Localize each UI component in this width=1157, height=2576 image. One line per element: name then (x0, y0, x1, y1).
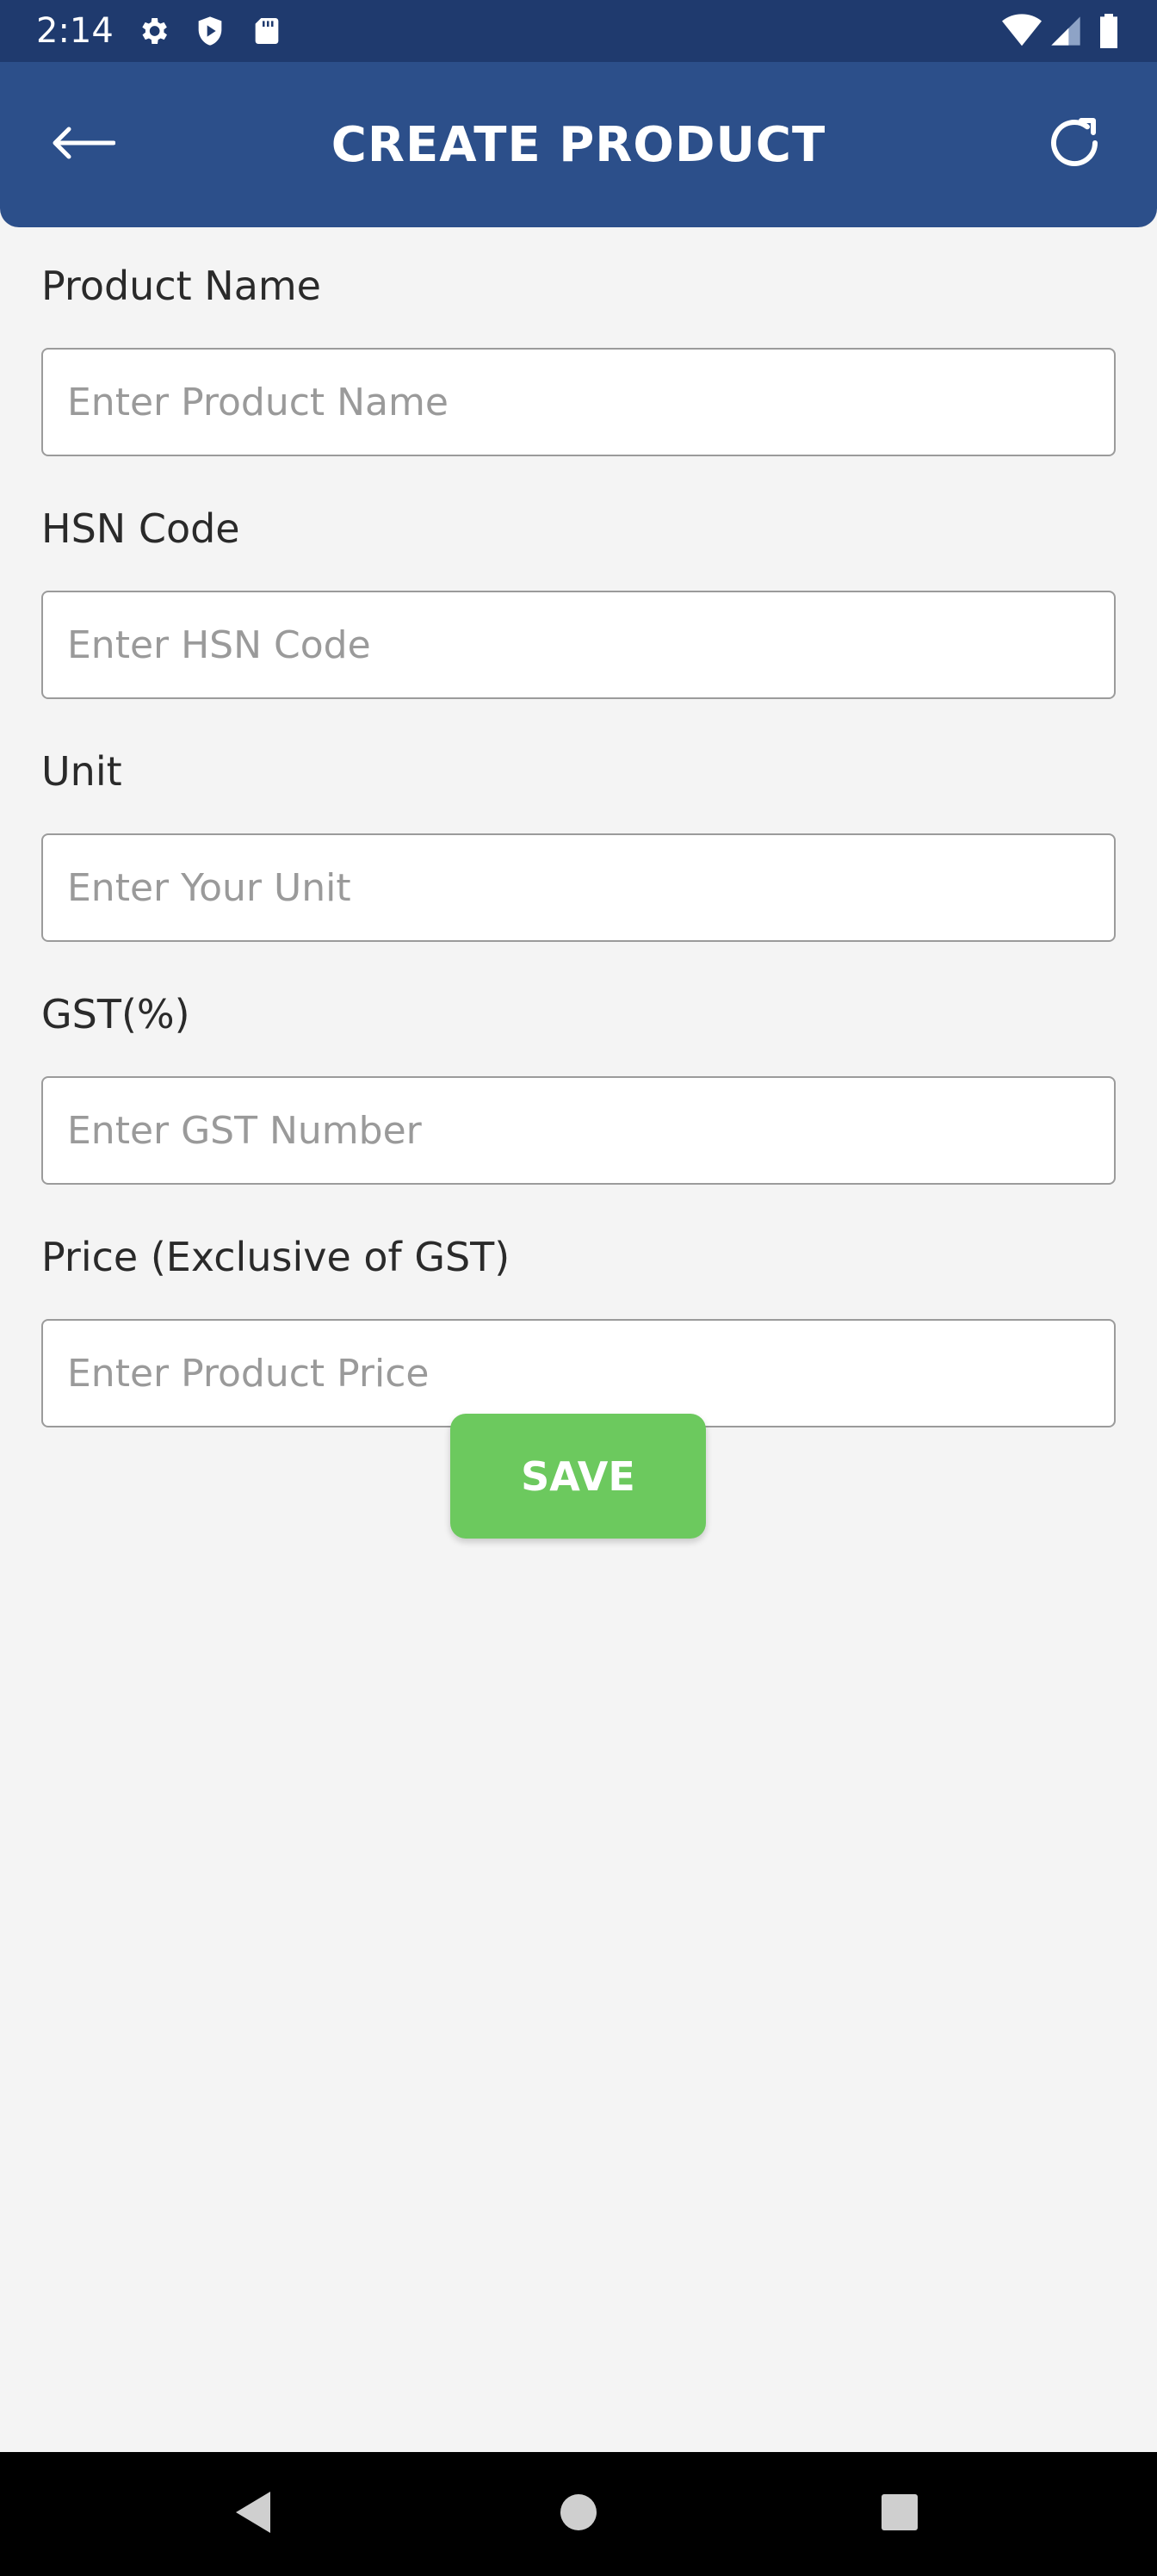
system-nav-bar (0, 2452, 1157, 2576)
nav-home-button[interactable] (544, 2480, 613, 2548)
nav-recents-button[interactable] (865, 2480, 934, 2548)
recents-square-icon (881, 2493, 919, 2535)
create-product-form: Product Name HSN Code Unit GST(%) Price … (41, 258, 1116, 1472)
gst-label: GST(%) (41, 991, 190, 1037)
battery-icon (1097, 14, 1121, 48)
arrow-left-icon (50, 126, 116, 164)
status-time: 2:14 (36, 11, 114, 51)
sd-card-icon (250, 14, 284, 48)
wifi-icon (1002, 14, 1042, 48)
unit-input[interactable] (41, 833, 1116, 942)
price-input[interactable] (41, 1319, 1116, 1427)
gst-input[interactable] (41, 1076, 1116, 1185)
back-triangle-icon (232, 2490, 274, 2538)
unit-label: Unit (41, 748, 122, 795)
refresh-icon (1042, 110, 1107, 179)
shield-icon (193, 14, 227, 48)
signal-icon (1049, 14, 1083, 48)
product-name-label: Product Name (41, 263, 321, 309)
back-button[interactable] (34, 96, 131, 193)
save-button[interactable]: SAVE (450, 1414, 706, 1539)
status-bar: 2:14 (0, 0, 1157, 62)
home-circle-icon (560, 2493, 597, 2535)
nav-back-button[interactable] (219, 2480, 288, 2548)
settings-icon (136, 14, 170, 48)
refresh-button[interactable] (1026, 96, 1123, 193)
app-bar: CREATE PRODUCT (0, 62, 1157, 227)
hsn-code-input[interactable] (41, 591, 1116, 699)
price-label: Price (Exclusive of GST) (41, 1234, 510, 1280)
hsn-code-label: HSN Code (41, 505, 240, 552)
page-title: CREATE PRODUCT (331, 116, 826, 173)
product-name-input[interactable] (41, 348, 1116, 456)
